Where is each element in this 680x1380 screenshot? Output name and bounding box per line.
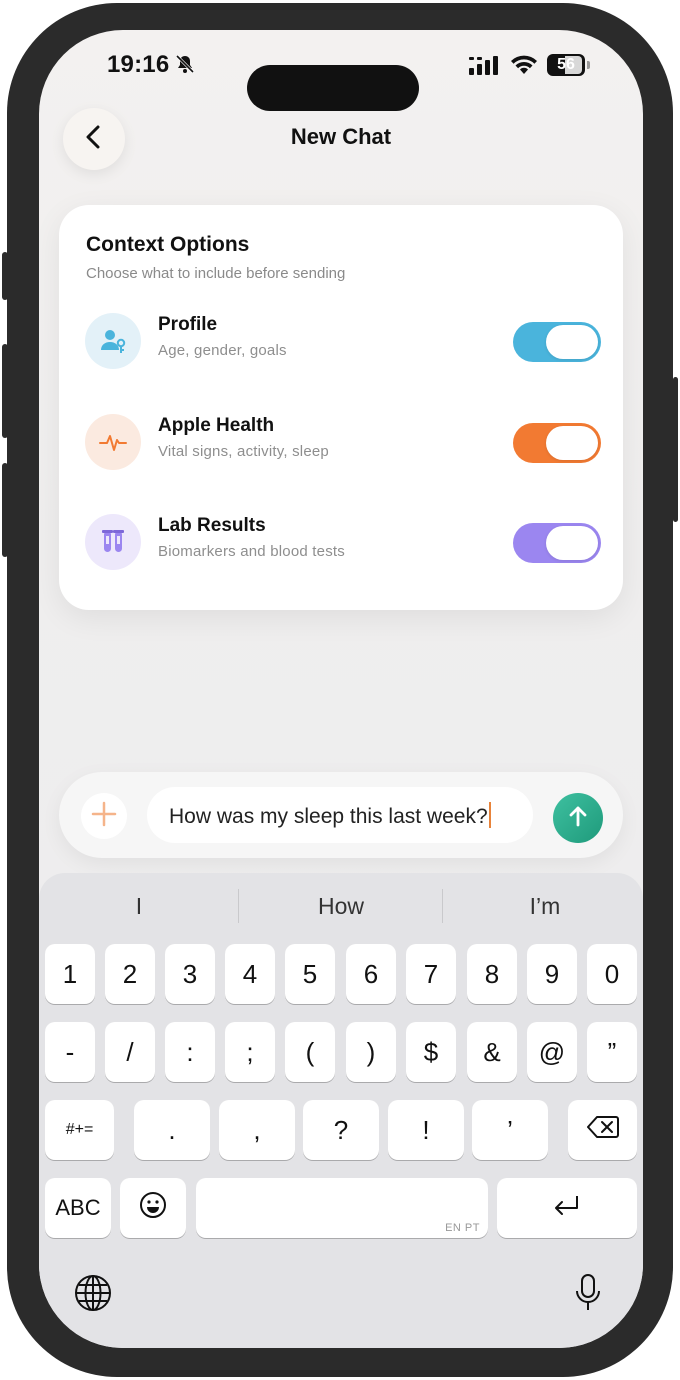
key-colon[interactable]: : [165,1022,215,1082]
profile-toggle[interactable] [513,322,601,362]
text-caret [488,802,491,828]
battery-indicator: 56 [547,54,585,76]
bell-off-icon [174,53,196,80]
key-question[interactable]: ? [303,1100,379,1160]
heartbeat-icon [85,414,141,470]
wifi-icon [510,54,538,81]
battery-level: 56 [557,56,575,73]
card-subtitle: Choose what to include before sending [86,265,346,282]
apple-health-toggle[interactable] [513,423,601,463]
option-label: Apple Health [158,415,275,436]
option-description: Biomarkers and blood tests [158,543,345,560]
space-language-label: EN PT [445,1222,480,1234]
abc-key[interactable]: ABC [45,1178,111,1238]
send-button[interactable] [553,793,603,843]
key-5[interactable]: 5 [285,944,335,1004]
key-8[interactable]: 8 [467,944,517,1004]
option-profile: Profile Age, gender, goals [85,310,605,370]
key-2[interactable]: 2 [105,944,155,1004]
option-lab-results: Lab Results Biomarkers and blood tests [85,511,605,571]
globe-icon[interactable] [73,1273,113,1313]
key-7[interactable]: 7 [406,944,456,1004]
key-apostrophe[interactable]: ’ [472,1100,548,1160]
page-title: New Chat [290,124,392,149]
key-1[interactable]: 1 [45,944,95,1004]
dynamic-island [247,65,419,111]
toggle-knob [546,426,598,460]
key-dollar[interactable]: $ [406,1022,456,1082]
return-key[interactable] [497,1178,637,1238]
microphone-icon[interactable] [568,1273,608,1313]
space-key[interactable]: EN PT [196,1178,488,1238]
key-slash[interactable]: / [105,1022,155,1082]
option-description: Vital signs, activity, sleep [158,443,329,460]
key-6[interactable]: 6 [346,944,396,1004]
keyboard: I How I’m 1 2 3 4 5 6 7 8 9 0 - / : ; ( … [39,873,643,1348]
message-text: How was my sleep this last week? [169,805,488,828]
person-key-icon [85,313,141,369]
key-ampersand[interactable]: & [467,1022,517,1082]
status-time: 19:16 [107,51,170,78]
backspace-icon [586,1115,619,1146]
message-input[interactable]: How was my sleep this last week? [147,787,533,843]
smiley-icon [139,1191,167,1226]
test-tubes-icon [85,514,141,570]
context-options-card: Context Options Choose what to include b… [59,205,623,610]
suggestion-2[interactable]: How [241,893,441,920]
volume-down-button [2,463,8,557]
signal-icon [469,56,501,81]
key-3[interactable]: 3 [165,944,215,1004]
volume-up-button [2,344,8,438]
key-period[interactable]: . [134,1100,210,1160]
key-quote[interactable]: ” [587,1022,637,1082]
key-open-paren[interactable]: ( [285,1022,335,1082]
key-9[interactable]: 9 [527,944,577,1004]
key-hyphen[interactable]: - [45,1022,95,1082]
key-close-paren[interactable]: ) [346,1022,396,1082]
screen: 19:16 56 New Chat Context Options Choose… [39,30,643,1348]
option-description: Age, gender, goals [158,342,287,359]
status-bar: 19:16 56 [39,30,643,111]
key-0[interactable]: 0 [587,944,637,1004]
suggestion-divider [238,889,239,923]
key-comma[interactable]: , [219,1100,295,1160]
key-4[interactable]: 4 [225,944,275,1004]
option-label: Lab Results [158,515,266,536]
option-label: Profile [158,314,218,335]
suggestion-3[interactable]: I’m [445,893,643,920]
symbols-key[interactable]: #+= [45,1100,114,1160]
silent-switch [2,252,8,300]
delete-key[interactable] [568,1100,637,1160]
plus-icon [91,801,117,832]
lab-results-toggle[interactable] [513,523,601,563]
battery-tip [587,61,590,69]
key-at[interactable]: @ [527,1022,577,1082]
arrow-up-icon [567,804,589,833]
key-semicolon[interactable]: ; [225,1022,275,1082]
key-exclamation[interactable]: ! [388,1100,464,1160]
emoji-key[interactable] [120,1178,186,1238]
return-arrow-icon [551,1193,583,1224]
option-apple-health: Apple Health Vital signs, activity, slee… [85,411,605,471]
attach-button[interactable] [81,793,127,839]
toggle-knob [546,325,598,359]
suggestion-divider [442,889,443,923]
suggestion-1[interactable]: I [39,893,239,920]
message-composer: How was my sleep this last week? [59,772,623,858]
toggle-knob [546,526,598,560]
card-title: Context Options [86,233,250,256]
power-button [673,377,678,522]
